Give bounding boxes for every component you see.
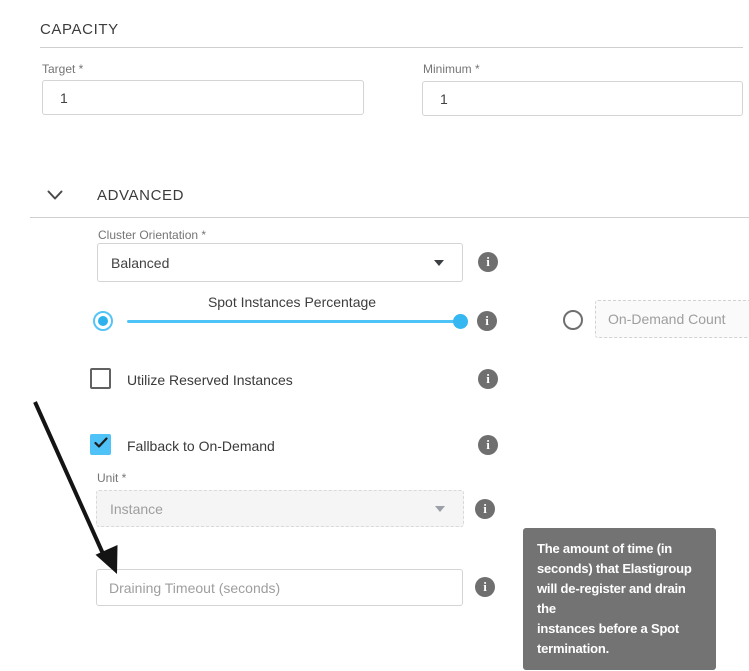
draining-timeout-info-icon[interactable]: i [475,577,495,597]
radio-selected-dot [98,316,108,326]
on-demand-count-input [595,300,749,338]
caret-down-icon [435,506,445,512]
capacity-settings-page: CAPACITY Target * Minimum * ADVANCED Clu… [0,0,749,671]
minimum-input[interactable] [422,81,743,116]
spot-percentage-info-icon[interactable]: i [477,311,497,331]
minimum-field-label: Minimum * [423,62,480,76]
on-demand-count-radio[interactable] [563,310,583,330]
fallback-on-demand-checkbox[interactable] [90,434,111,455]
spot-percentage-label: Spot Instances Percentage [127,294,457,310]
utilize-reserved-label: Utilize Reserved Instances [127,372,293,388]
capacity-section-title: CAPACITY [40,21,119,38]
cluster-orientation-label: Cluster Orientation * [98,228,206,242]
draining-timeout-tooltip: The amount of time (in seconds) that Ela… [523,528,716,670]
cluster-orientation-selected-value: Balanced [111,255,169,271]
target-input[interactable] [42,80,364,115]
unit-selected-value: Instance [110,501,163,517]
spot-percentage-radio[interactable] [93,311,113,331]
fallback-on-demand-info-icon[interactable]: i [478,435,498,455]
utilize-reserved-checkbox[interactable] [90,368,111,389]
utilize-reserved-info-icon[interactable]: i [478,369,498,389]
unit-info-icon[interactable]: i [475,499,495,519]
cluster-orientation-select[interactable]: Balanced [97,243,463,282]
unit-field-label: Unit * [97,471,126,485]
capacity-divider [40,47,743,48]
unit-select-disabled: Instance [96,490,464,527]
advanced-section-title: ADVANCED [97,187,184,204]
cluster-orientation-info-icon[interactable]: i [478,252,498,272]
spot-percentage-slider[interactable] [127,320,455,323]
target-field-label: Target * [42,62,83,76]
advanced-expander-button[interactable] [47,188,63,206]
caret-down-icon [434,260,444,266]
fallback-on-demand-label: Fallback to On-Demand [127,438,275,454]
advanced-divider [30,217,749,218]
check-icon [94,436,108,454]
spot-percentage-slider-thumb[interactable] [453,314,468,329]
chevron-down-icon [47,188,63,205]
draining-timeout-input[interactable] [96,569,463,606]
